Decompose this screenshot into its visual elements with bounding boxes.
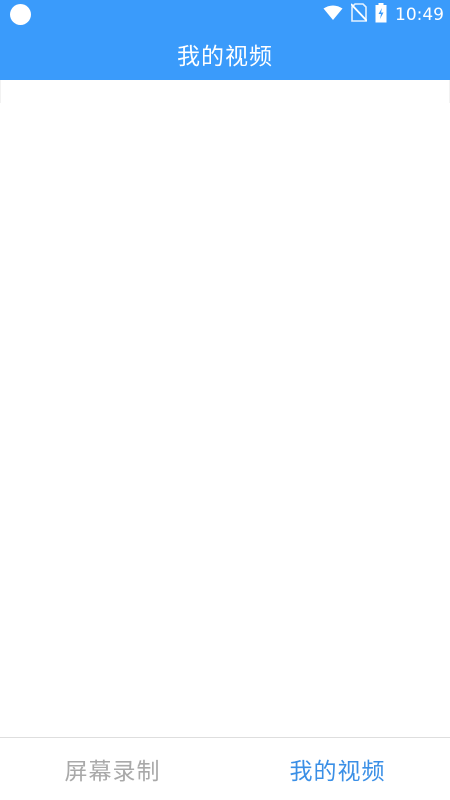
status-bar: 10:49 [0,0,450,29]
battery-charging-icon [375,2,387,27]
bottom-nav: 屏幕录制 我的视频 [0,737,450,800]
title-bar: 我的视频 [0,29,450,80]
wifi-icon [323,5,343,25]
tab-screen-record[interactable]: 屏幕录制 [0,738,225,800]
tab-my-videos[interactable]: 我的视频 [225,738,450,800]
video-list[interactable] [0,80,450,737]
page-title: 我的视频 [177,43,273,70]
notification-dot-icon [10,4,31,25]
no-sim-icon [350,3,368,26]
list-top-edge [0,80,450,103]
app-header: 10:49 我的视频 [0,0,450,80]
status-icons: 10:49 [323,0,450,29]
status-time: 10:49 [395,4,444,25]
